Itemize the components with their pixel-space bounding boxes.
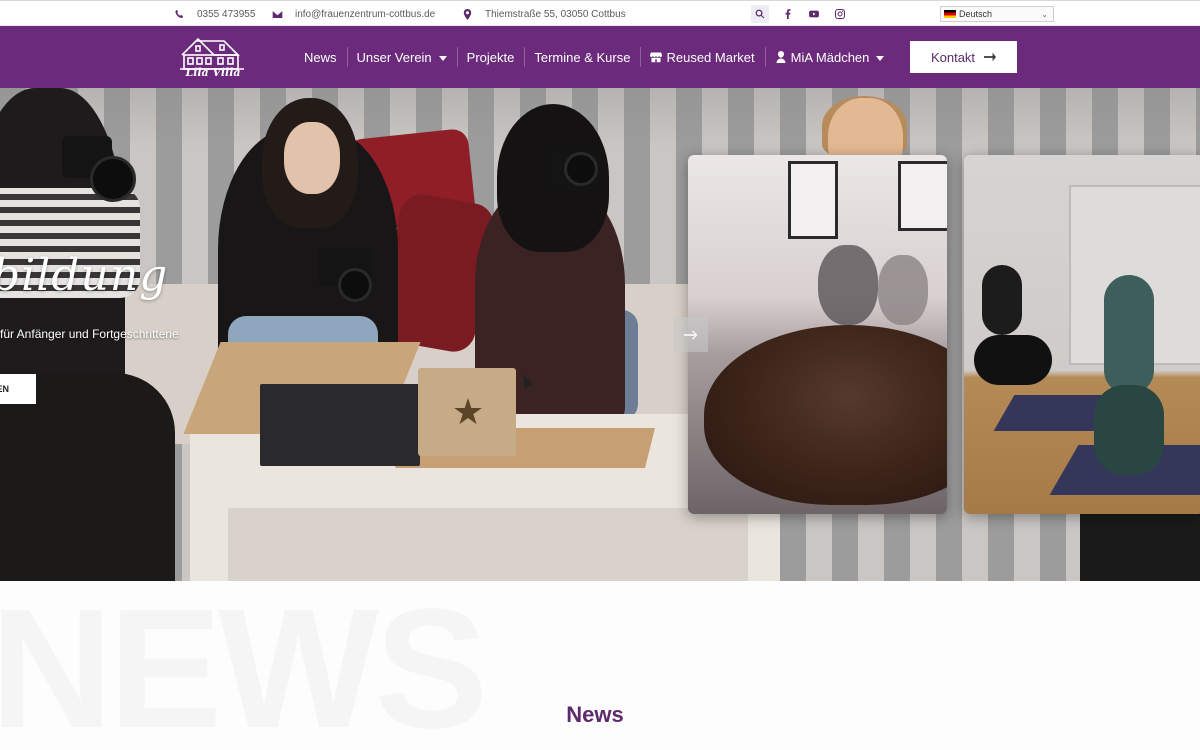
hero-photo-person: [1104, 275, 1154, 395]
nav-item-news[interactable]: News: [294, 26, 347, 88]
nav-item-termine-kurse[interactable]: Termine & Kurse: [524, 26, 640, 88]
hero-subtitle: für Anfänger und Fortgeschrittene: [0, 327, 179, 341]
hero-photo-box: [260, 384, 420, 466]
email-contact[interactable]: info@frauenzentrum-cottbus.de: [271, 1, 435, 27]
slide-card-cake[interactable]: [688, 155, 947, 514]
instagram-link[interactable]: [831, 5, 849, 23]
hero-photo-frame: [788, 161, 838, 239]
language-label: Deutsch: [959, 9, 993, 19]
hero-photo-camera: [564, 152, 598, 186]
contact-button-label: Kontakt: [930, 49, 976, 65]
language-select[interactable]: Deutsch ⌄: [940, 6, 1054, 22]
chevron-down-icon: ⌄: [1041, 10, 1048, 19]
caret-down-icon: [438, 55, 447, 61]
main-navigation-bar: Lila Villa News Unser Verein Projekte Te…: [0, 26, 1200, 88]
hero-photo-person: [974, 335, 1052, 385]
news-section: NEWS News: [0, 581, 1200, 750]
nav-item-unser-verein[interactable]: Unser Verein: [346, 26, 457, 88]
hero-photo-person: [0, 373, 175, 581]
phone-number: 0355 473955: [197, 8, 256, 20]
mail-icon: [271, 8, 283, 20]
hero-photo-person: [818, 245, 878, 325]
email-address: info@frauenzentrum-cottbus.de: [295, 8, 436, 20]
hero-cta-label: EN: [0, 384, 9, 394]
store-icon: [650, 51, 663, 63]
nav-item-label: Unser Verein: [356, 49, 432, 65]
nav-item-label: Reused Market: [666, 49, 755, 65]
address-contact[interactable]: Thiemstraße 55, 03050 Cottbus: [461, 1, 626, 27]
search-icon: [755, 9, 765, 19]
nav-item-label: News: [304, 49, 337, 65]
map-pin-icon: [461, 8, 473, 20]
hero-slider: ★ bildung für Anfänger und Fortgeschritt…: [0, 88, 1200, 581]
instagram-icon: [835, 9, 845, 19]
nav-item-reused-market[interactable]: Reused Market: [640, 26, 764, 88]
contact-button[interactable]: Kontakt: [910, 41, 1017, 73]
hero-cta-button[interactable]: EN: [0, 374, 36, 404]
caret-down-icon: [876, 55, 885, 61]
street-address: Thiemstraße 55, 03050 Cottbus: [485, 8, 626, 20]
hero-photo-person: [878, 255, 928, 325]
primary-menu: News Unser Verein Projekte Termine & Kur…: [294, 26, 894, 88]
hero-photo-person: [1080, 513, 1200, 581]
nav-item-label: Termine & Kurse: [534, 49, 631, 65]
site-logo[interactable]: Lila Villa: [176, 33, 248, 82]
hero-photo-camera: [338, 268, 372, 302]
german-flag-icon: [944, 10, 956, 18]
hero-photo-camera: [90, 156, 136, 202]
slider-next-button[interactable]: [673, 317, 708, 352]
hero-photo-frame: [898, 161, 947, 231]
hero-title: bildung: [0, 250, 169, 301]
top-contact-bar: 0355 473955 info@frauenzentrum-cottbus.d…: [0, 0, 1200, 26]
news-title-text: News: [566, 702, 624, 727]
hero-photo-person: [1094, 385, 1164, 475]
slide-card-yoga[interactable]: [964, 155, 1200, 514]
nav-item-mia-maedchen[interactable]: MiA Mädchen: [764, 26, 895, 88]
phone-contact[interactable]: 0355 473955: [173, 1, 255, 27]
logo-text: Lila Villa: [185, 66, 241, 79]
facebook-link[interactable]: [779, 5, 797, 23]
hero-photo-person: [982, 265, 1022, 335]
arrow-right-icon: [984, 52, 997, 62]
search-button[interactable]: [751, 5, 769, 23]
hero-photo-table: [228, 508, 748, 581]
facebook-icon: [785, 9, 791, 19]
news-section-title: News: [0, 702, 1200, 728]
youtube-icon: [809, 10, 819, 18]
user-icon: [775, 51, 787, 63]
star-icon: ★: [451, 391, 485, 432]
nav-item-projekte[interactable]: Projekte: [456, 26, 525, 88]
youtube-link[interactable]: [805, 5, 823, 23]
hero-photo-cake: [704, 325, 947, 505]
nav-item-label: Projekte: [466, 49, 515, 65]
arrow-right-icon: [683, 329, 697, 340]
nav-item-label: MiA Mädchen: [790, 49, 870, 65]
hero-photo-person: [284, 122, 340, 194]
phone-icon: [173, 8, 185, 20]
